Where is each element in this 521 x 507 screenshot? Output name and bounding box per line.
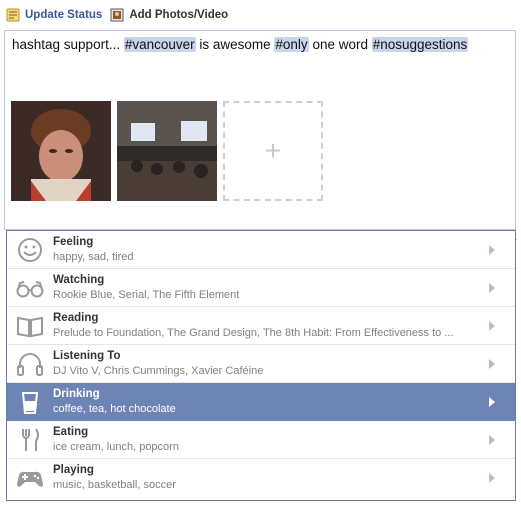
composer-tabs: Update Status Add Photos/Video — [6, 4, 228, 26]
add-photo-button[interactable]: + — [223, 101, 323, 201]
activity-subtitle: Rookie Blue, Serial, The Fifth Element — [53, 289, 240, 301]
activity-title: Feeling — [53, 236, 94, 248]
plus-icon: + — [264, 135, 282, 166]
activity-item-playing[interactable]: Playing music, basketball, soccer — [7, 459, 515, 497]
activity-subtitle: DJ Vito V, Chris Cummings, Xavier Caféin… — [53, 365, 264, 377]
status-text-part: is awesome — [195, 37, 275, 52]
status-icon — [6, 8, 20, 22]
cup-icon — [21, 392, 39, 414]
activity-title: Reading — [53, 312, 99, 324]
status-text-part: one word — [308, 37, 372, 52]
photo-thumbnail-conference[interactable] — [117, 101, 217, 201]
activity-item-reading[interactable]: Reading Prelude to Foundation, The Grand… — [7, 307, 515, 345]
hashtag: #vancouver — [123, 37, 196, 52]
activity-subtitle: music, basketball, soccer — [53, 479, 176, 491]
headphones-icon — [17, 353, 43, 376]
glasses-icon — [16, 281, 44, 298]
activity-item-watching[interactable]: Watching Rookie Blue, Serial, The Fifth … — [7, 269, 515, 307]
activity-item-feeling[interactable]: Feeling happy, sad, tired — [7, 231, 515, 269]
chevron-right-icon — [489, 321, 495, 331]
book-icon — [17, 316, 43, 338]
fork-knife-icon — [22, 428, 39, 451]
activity-item-listening[interactable]: Listening To DJ Vito V, Chris Cummings, … — [7, 345, 515, 383]
tab-update-status[interactable]: Update Status — [6, 8, 102, 22]
chevron-right-icon — [489, 283, 495, 293]
tab-add-photos-label: Add Photos/Video — [129, 9, 229, 21]
chevron-right-icon — [489, 473, 495, 483]
chevron-right-icon — [489, 245, 495, 255]
hashtag: #only — [274, 37, 309, 52]
tab-update-status-label: Update Status — [25, 9, 103, 21]
status-text-part: hashtag support... — [12, 37, 124, 52]
gamepad-icon — [17, 471, 43, 487]
smiley-icon — [18, 238, 42, 262]
activity-subtitle: Prelude to Foundation, The Grand Design,… — [53, 327, 454, 339]
activity-title: Eating — [53, 426, 89, 438]
chevron-right-icon — [489, 435, 495, 445]
man-photo-image — [11, 101, 111, 201]
chevron-right-icon — [489, 397, 495, 407]
activity-title: Watching — [53, 274, 105, 286]
status-text[interactable]: hashtag support... #vancouver is awesome… — [12, 37, 469, 52]
hashtag: #nosuggestions — [371, 37, 469, 52]
conference-photo-image — [117, 101, 217, 201]
activity-subtitle: ice cream, lunch, popcorn — [53, 441, 179, 453]
activity-item-drinking[interactable]: Drinking coffee, tea, hot chocolate — [7, 383, 515, 421]
chevron-right-icon — [489, 359, 495, 369]
activity-title: Drinking — [53, 388, 100, 400]
photo-thumbnail-man[interactable] — [11, 101, 111, 201]
activity-subtitle: coffee, tea, hot chocolate — [53, 403, 176, 415]
photo-attachments: + — [11, 101, 323, 201]
activity-title: Playing — [53, 464, 94, 476]
tab-add-photos[interactable]: Add Photos/Video — [110, 8, 228, 22]
activity-item-eating[interactable]: Eating ice cream, lunch, popcorn — [7, 421, 515, 459]
activity-dropdown: Feeling happy, sad, tired Watching Rooki… — [6, 230, 516, 501]
activity-subtitle: happy, sad, tired — [53, 251, 134, 263]
activity-title: Listening To — [53, 350, 121, 362]
status-composer[interactable]: hashtag support... #vancouver is awesome… — [4, 30, 517, 259]
photo-icon — [110, 8, 124, 22]
